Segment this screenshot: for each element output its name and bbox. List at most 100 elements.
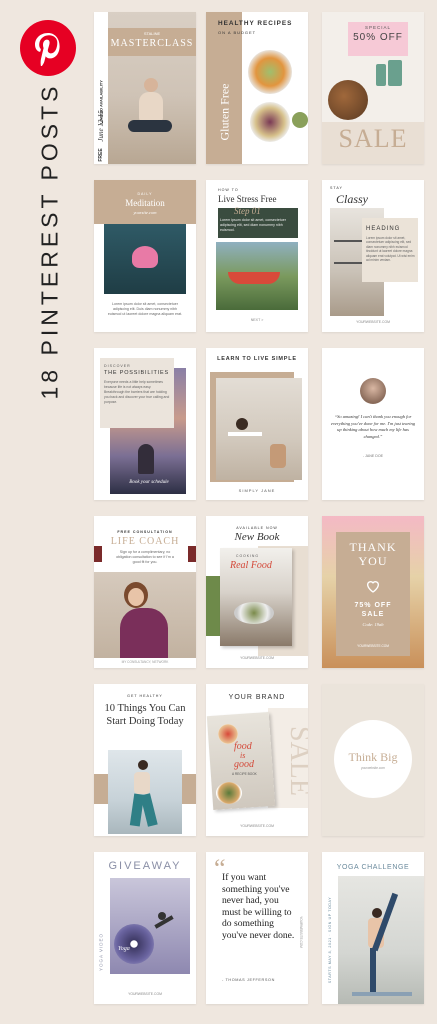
card-possibilities[interactable]: DISCOVER THE POSSIBILITIES Everyone need…: [94, 348, 196, 500]
card-title: 10 Things You Can Start Doing Today: [104, 703, 186, 727]
card-title: YOGA CHALLENGE: [336, 864, 410, 871]
runner-head: [138, 760, 148, 770]
page-title: 18 PINTEREST POSTS: [36, 82, 63, 400]
card-kicker: FREE CONSULTATION: [117, 530, 173, 534]
card-giveaway[interactable]: GIVEAWAY Yoga YOGA VIDEO YOURWEBSITE.COM: [94, 852, 196, 1004]
figure-head: [144, 78, 158, 92]
book-title: Real Food: [230, 560, 272, 571]
book-kicker: COOKING: [236, 554, 260, 558]
page-title-wrap: 18 PINTEREST POSTS: [30, 83, 70, 400]
card-site: YOURWEBSITE.COM: [240, 824, 274, 828]
card-body: Sign up for a complimentary, no obligati…: [116, 550, 174, 564]
office-photo: [216, 378, 302, 480]
card-kicker: SPECIAL: [364, 25, 391, 30]
side-date: June 12-15: [97, 110, 105, 142]
card-quote[interactable]: “ If you want something you've never had…: [206, 852, 308, 1004]
coconut-photo: [328, 80, 368, 120]
card-body-over: Everyone needs a little help sometimes b…: [104, 380, 170, 404]
card-site: yourwebsite.com: [361, 766, 385, 770]
desk: [228, 432, 262, 436]
card-title: Meditation: [125, 198, 165, 208]
lotus-flower: [132, 246, 158, 268]
card-body: Lorem ipsum dolor sit amet, consectetuer…: [366, 236, 415, 263]
card-title: GIVEAWAY: [108, 860, 182, 872]
card-title: Classy: [336, 192, 369, 206]
card-site: YOURWEBSITE.COM: [357, 644, 389, 648]
card-life-coach[interactable]: FREE CONSULTATION LIFE COACH Sign up for…: [94, 516, 196, 668]
pinterest-p-icon: [35, 33, 60, 66]
card-footer: SIMPLY JANE: [238, 488, 276, 493]
avatar: [360, 378, 386, 404]
card-kicker: STALINE: [143, 31, 161, 36]
runner-top: [134, 772, 150, 794]
bowl-photo: [248, 50, 292, 94]
card-classy[interactable]: STAY Classy HEADING Lorem ipsum dolor si…: [322, 180, 424, 332]
book-word: food: [234, 741, 252, 752]
card-title: Live Stress Free: [218, 194, 277, 204]
card-kicker: DAILY: [137, 192, 153, 196]
card-body: Lorem ipsum dolor sit amet, consectetuer…: [220, 218, 286, 232]
bottle-photo: [388, 60, 402, 86]
card-sale-text: SALE: [338, 124, 408, 153]
card-offer: 50% OFF: [353, 32, 403, 43]
chair: [270, 444, 286, 468]
side-site: YOURWEBSITE.COM: [299, 916, 303, 948]
bottle-photo: [376, 64, 386, 86]
card-live-simple[interactable]: LEARN TO LIVE SIMPLE SIMPLY JANE: [206, 348, 308, 500]
side-gluten-free: Gluten Free: [217, 83, 232, 141]
quote-author: - THOMAS JEFFERSON: [222, 978, 275, 982]
card-signature: Book your schedule: [129, 480, 169, 485]
side-label: STARTS MAY 8, 2021 · SIGN UP TODAY: [328, 896, 332, 984]
card-site: YOURWEBSITE.COM: [240, 656, 274, 660]
card-thank-you[interactable]: THANK YOU 75% OFF SALE Code: 19ab YOURWE…: [322, 516, 424, 668]
card-title: MASTERCLASS: [110, 38, 194, 49]
card-title: LIFE COACH: [110, 536, 180, 547]
card-new-book[interactable]: AVAILABLE NOW New Book COOKING Real Food…: [206, 516, 308, 668]
plant-photo: [206, 576, 220, 636]
card-code: Code: 19ab: [362, 622, 384, 627]
card-sale: SALE: [361, 611, 385, 618]
card-title: YOUR BRAND: [228, 694, 286, 701]
card-title: LEARN TO LIVE SIMPLE: [217, 356, 297, 362]
side-label: YOGA VIDEO: [98, 932, 104, 972]
figure-body: [139, 92, 163, 122]
card-yoga-challenge[interactable]: YOGA CHALLENGE STARTS MAY 8, 2021 · SIGN…: [322, 852, 424, 1004]
card-kicker: GET HEALTHY: [127, 694, 163, 698]
card-kicker: HOW TO: [218, 188, 239, 192]
sitting-figure: [138, 444, 154, 474]
card-title: Think Big: [348, 750, 398, 764]
figure-legs: [128, 120, 172, 132]
card-masterclass[interactable]: STALINE MASTERCLASS LIMITED AVAILABILITY…: [94, 12, 196, 164]
side-sale: SALE: [284, 726, 308, 796]
card-sale[interactable]: SPECIAL 50% OFF SALE: [322, 12, 424, 164]
testimonial-quote: “So amazing! I can't thank you enough fo…: [331, 414, 415, 439]
card-healthy-recipes[interactable]: HEALTHY RECIPES ON A BUDGET Gluten Free: [206, 12, 308, 164]
disc-label: Yoga: [118, 946, 130, 952]
yoga-mat: [352, 992, 412, 996]
hammock: [228, 272, 280, 284]
card-offer: 75% OFF: [354, 602, 392, 609]
card-your-brand[interactable]: YOUR BRAND SALE food is good A RECIPE BO…: [206, 684, 308, 836]
card-site: yoursite.com: [133, 210, 157, 215]
book-subtitle: A RECIPE BOOK: [232, 772, 257, 776]
bowl-photo: [250, 102, 290, 142]
card-testimonial[interactable]: “So amazing! I can't thank you enough fo…: [322, 348, 424, 500]
card-footer: NEXT >: [250, 318, 264, 322]
card-heading: HEADING: [366, 226, 401, 232]
card-meditation[interactable]: DAILY Meditation yoursite.com Lorem ipsu…: [94, 180, 196, 332]
person-body: [120, 608, 168, 658]
person-face: [128, 588, 144, 606]
yoga-head: [372, 908, 382, 918]
quote-text: If you want something you've never had, …: [222, 872, 295, 941]
card-stress-free[interactable]: HOW TO Live Stress Free Step 01 Lorem ip…: [206, 180, 308, 332]
card-site: YOURWEBSITE.COM: [356, 320, 390, 324]
dvd-disc: [114, 924, 154, 964]
card-kicker-over: DISCOVER: [104, 364, 131, 368]
card-subtitle: ON A BUDGET: [218, 30, 257, 35]
card-think-big[interactable]: Think Big yourwebsite.com: [322, 684, 424, 836]
testimonial-author: - JANE DOE: [362, 454, 384, 458]
card-10-things[interactable]: GET HEALTHY 10 Things You Can Start Doin…: [94, 684, 196, 836]
card-title: New Book: [234, 531, 280, 543]
card-title-over: THE POSSIBILITIES: [104, 370, 169, 376]
card-footer: MY CONSULTANCY, NETWORK: [121, 660, 169, 664]
